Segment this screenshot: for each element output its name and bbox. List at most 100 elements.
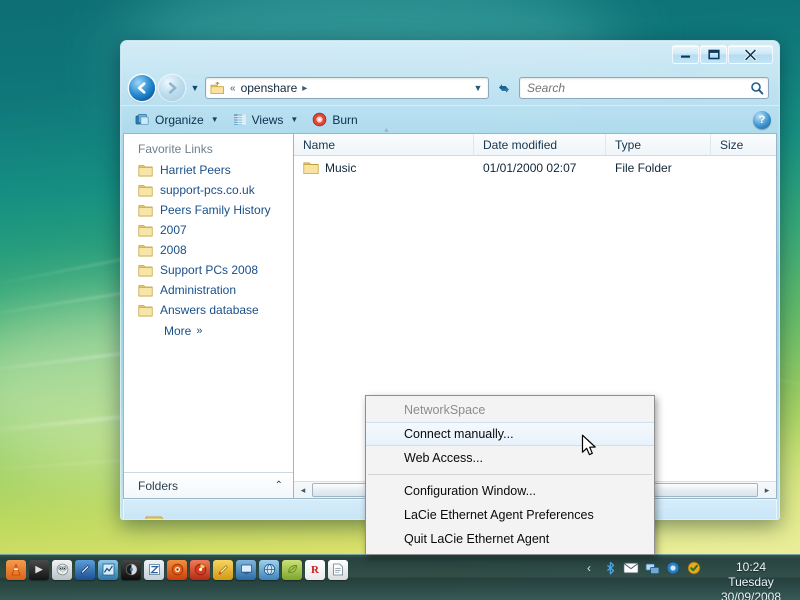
folder-icon — [138, 264, 153, 276]
sort-arrow-icon — [384, 128, 389, 133]
taskbar-icon-document-app[interactable] — [328, 559, 348, 580]
document-icon — [333, 563, 343, 576]
window-titlebar[interactable] — [121, 41, 779, 71]
bluetooth-glyph — [606, 561, 614, 575]
organize-caret-icon: ▼ — [210, 115, 219, 124]
table-row[interactable]: Music 01/01/2000 02:07 File Folder — [294, 156, 776, 180]
tray-icon-group[interactable]: ‹ — [581, 559, 702, 576]
taskbar-icon-rn-app[interactable]: R — [305, 559, 325, 580]
burn-button[interactable]: Burn — [306, 109, 363, 130]
folder-icon — [138, 204, 153, 216]
burn-label: Burn — [332, 112, 358, 127]
taskbar-icon-disc-burner[interactable] — [190, 559, 210, 580]
history-dropdown-button[interactable]: ▼ — [189, 83, 201, 93]
organize-button[interactable]: Organize ▼ — [129, 110, 225, 130]
column-header-date[interactable]: Date modified — [474, 134, 606, 155]
menu-item-web-access[interactable]: Web Access... — [366, 446, 654, 470]
search-icon[interactable] — [750, 81, 764, 95]
taskbar-icon-owl-app[interactable] — [52, 559, 72, 580]
file-type-cell: File Folder — [615, 161, 672, 175]
brush-icon — [217, 565, 228, 575]
forward-button[interactable] — [159, 75, 185, 101]
lacie-context-menu[interactable]: NetworkSpace Connect manually... Web Acc… — [365, 395, 655, 555]
taskbar-icon-leaf-app[interactable] — [282, 559, 302, 580]
menu-item-configuration-window[interactable]: Configuration Window... — [366, 479, 654, 503]
sidebar-more-label: More — [164, 324, 192, 338]
sidebar-item-label: support-pcs.co.uk — [160, 183, 255, 197]
taskbar[interactable]: ▶ R ‹ 10:24 Tuesday 30/09/2008 — [0, 554, 800, 600]
taskbar-icon-notes-app[interactable] — [144, 559, 164, 580]
menu-item-connect-manually[interactable]: Connect manually... — [366, 422, 654, 446]
folder-icon — [138, 164, 153, 176]
maximize-icon — [707, 49, 720, 60]
sidebar-item-support-pcs-2008[interactable]: Support PCs 2008 — [130, 260, 293, 280]
taskbar-clock[interactable]: 10:24 Tuesday 30/09/2008 — [708, 559, 794, 600]
taskbar-icon-vlc[interactable] — [6, 559, 26, 580]
address-bar[interactable]: « openshare ▸ ▼ — [205, 77, 489, 99]
chevron-double-right-icon: » — [196, 325, 203, 337]
sidebar-item-2007[interactable]: 2007 — [130, 220, 293, 240]
sidebar-item-answers-database[interactable]: Answers database — [130, 300, 293, 320]
navigation-pane: Favorite Links Harriet Peers support-pcs… — [123, 133, 293, 499]
views-caret-icon: ▼ — [290, 115, 299, 124]
minimize-icon — [681, 55, 690, 58]
system-tray[interactable]: ‹ 10:24 Tuesday 30/09/2008 — [581, 555, 800, 600]
taskbar-icon-photo-app[interactable] — [167, 559, 187, 580]
shield-icon[interactable] — [665, 560, 681, 576]
folders-label: Folders — [138, 478, 179, 493]
file-name-label: Music — [325, 161, 357, 175]
mail-icon[interactable] — [623, 560, 639, 576]
folders-pane-toggle[interactable]: Folders ⌃ — [124, 472, 293, 498]
maximize-button[interactable] — [700, 45, 727, 64]
taskbar-icon-terminal[interactable]: ▶ — [29, 559, 49, 580]
sidebar-item-label: Peers Family History — [160, 203, 271, 217]
sync-icon[interactable] — [686, 560, 702, 576]
search-box[interactable] — [519, 77, 769, 99]
taskbar-icon-paint-app[interactable] — [213, 559, 233, 580]
taskbar-icon-media-player[interactable] — [121, 559, 141, 580]
search-input[interactable] — [527, 81, 750, 95]
sidebar-item-2008[interactable]: 2008 — [130, 240, 293, 260]
scroll-right-button[interactable]: ▸ — [759, 483, 775, 498]
network-icon[interactable] — [644, 560, 660, 576]
column-header-size[interactable]: Size — [711, 134, 776, 155]
column-header-type[interactable]: Type — [606, 134, 711, 155]
breadcrumb-path[interactable]: openshare — [241, 81, 298, 95]
taskbar-icon-network-tool[interactable] — [259, 559, 279, 580]
breadcrumb-arrow[interactable]: ▸ — [302, 83, 307, 94]
tray-chevron-icon[interactable]: ‹ — [581, 560, 597, 576]
menu-item-quit-lacie-agent[interactable]: Quit LaCie Ethernet Agent — [366, 527, 654, 551]
refresh-button[interactable] — [493, 77, 515, 99]
chevron-up-icon: ⌃ — [274, 480, 283, 491]
taskbar-icon-chart-app[interactable] — [98, 559, 118, 580]
address-dropdown-button[interactable]: ▼ — [470, 83, 486, 93]
navigation-bar[interactable]: ▼ « openshare ▸ ▼ — [121, 71, 779, 105]
breadcrumb[interactable]: « openshare ▸ — [210, 81, 470, 95]
folder-icon — [138, 284, 153, 296]
scroll-left-button[interactable]: ◂ — [295, 483, 311, 498]
taskbar-icon-editor[interactable] — [75, 559, 95, 580]
bluetooth-icon[interactable] — [602, 560, 618, 576]
sidebar-item-support-pcs[interactable]: support-pcs.co.uk — [130, 180, 293, 200]
close-button[interactable] — [728, 45, 773, 64]
quick-launch-bar[interactable]: ▶ R — [0, 555, 348, 581]
minimize-button[interactable] — [672, 45, 699, 64]
pen-icon — [80, 564, 90, 574]
taskbar-icon-remote-desktop[interactable] — [236, 559, 256, 580]
back-button[interactable] — [129, 75, 155, 101]
sidebar-more-button[interactable]: More » — [130, 320, 293, 338]
organize-icon — [135, 113, 149, 125]
close-icon — [744, 48, 757, 61]
help-button[interactable]: ? — [753, 110, 771, 129]
sidebar-item-harriet-peers[interactable]: Harriet Peers — [130, 160, 293, 180]
views-button[interactable]: Views ▼ — [227, 110, 305, 130]
network-folder-icon — [210, 82, 224, 94]
column-header-name[interactable]: Name — [294, 134, 474, 155]
sidebar-item-peers-family-history[interactable]: Peers Family History — [130, 200, 293, 220]
column-header-row[interactable]: Name Date modified Type Size — [294, 128, 776, 156]
sidebar-item-label: Support PCs 2008 — [160, 263, 259, 277]
folder-icon — [138, 244, 153, 256]
sidebar-item-administration[interactable]: Administration — [130, 280, 293, 300]
menu-item-lacie-preferences[interactable]: LaCie Ethernet Agent Preferences — [366, 503, 654, 527]
command-toolbar[interactable]: Organize ▼ Views ▼ Burn ? — [121, 105, 779, 133]
